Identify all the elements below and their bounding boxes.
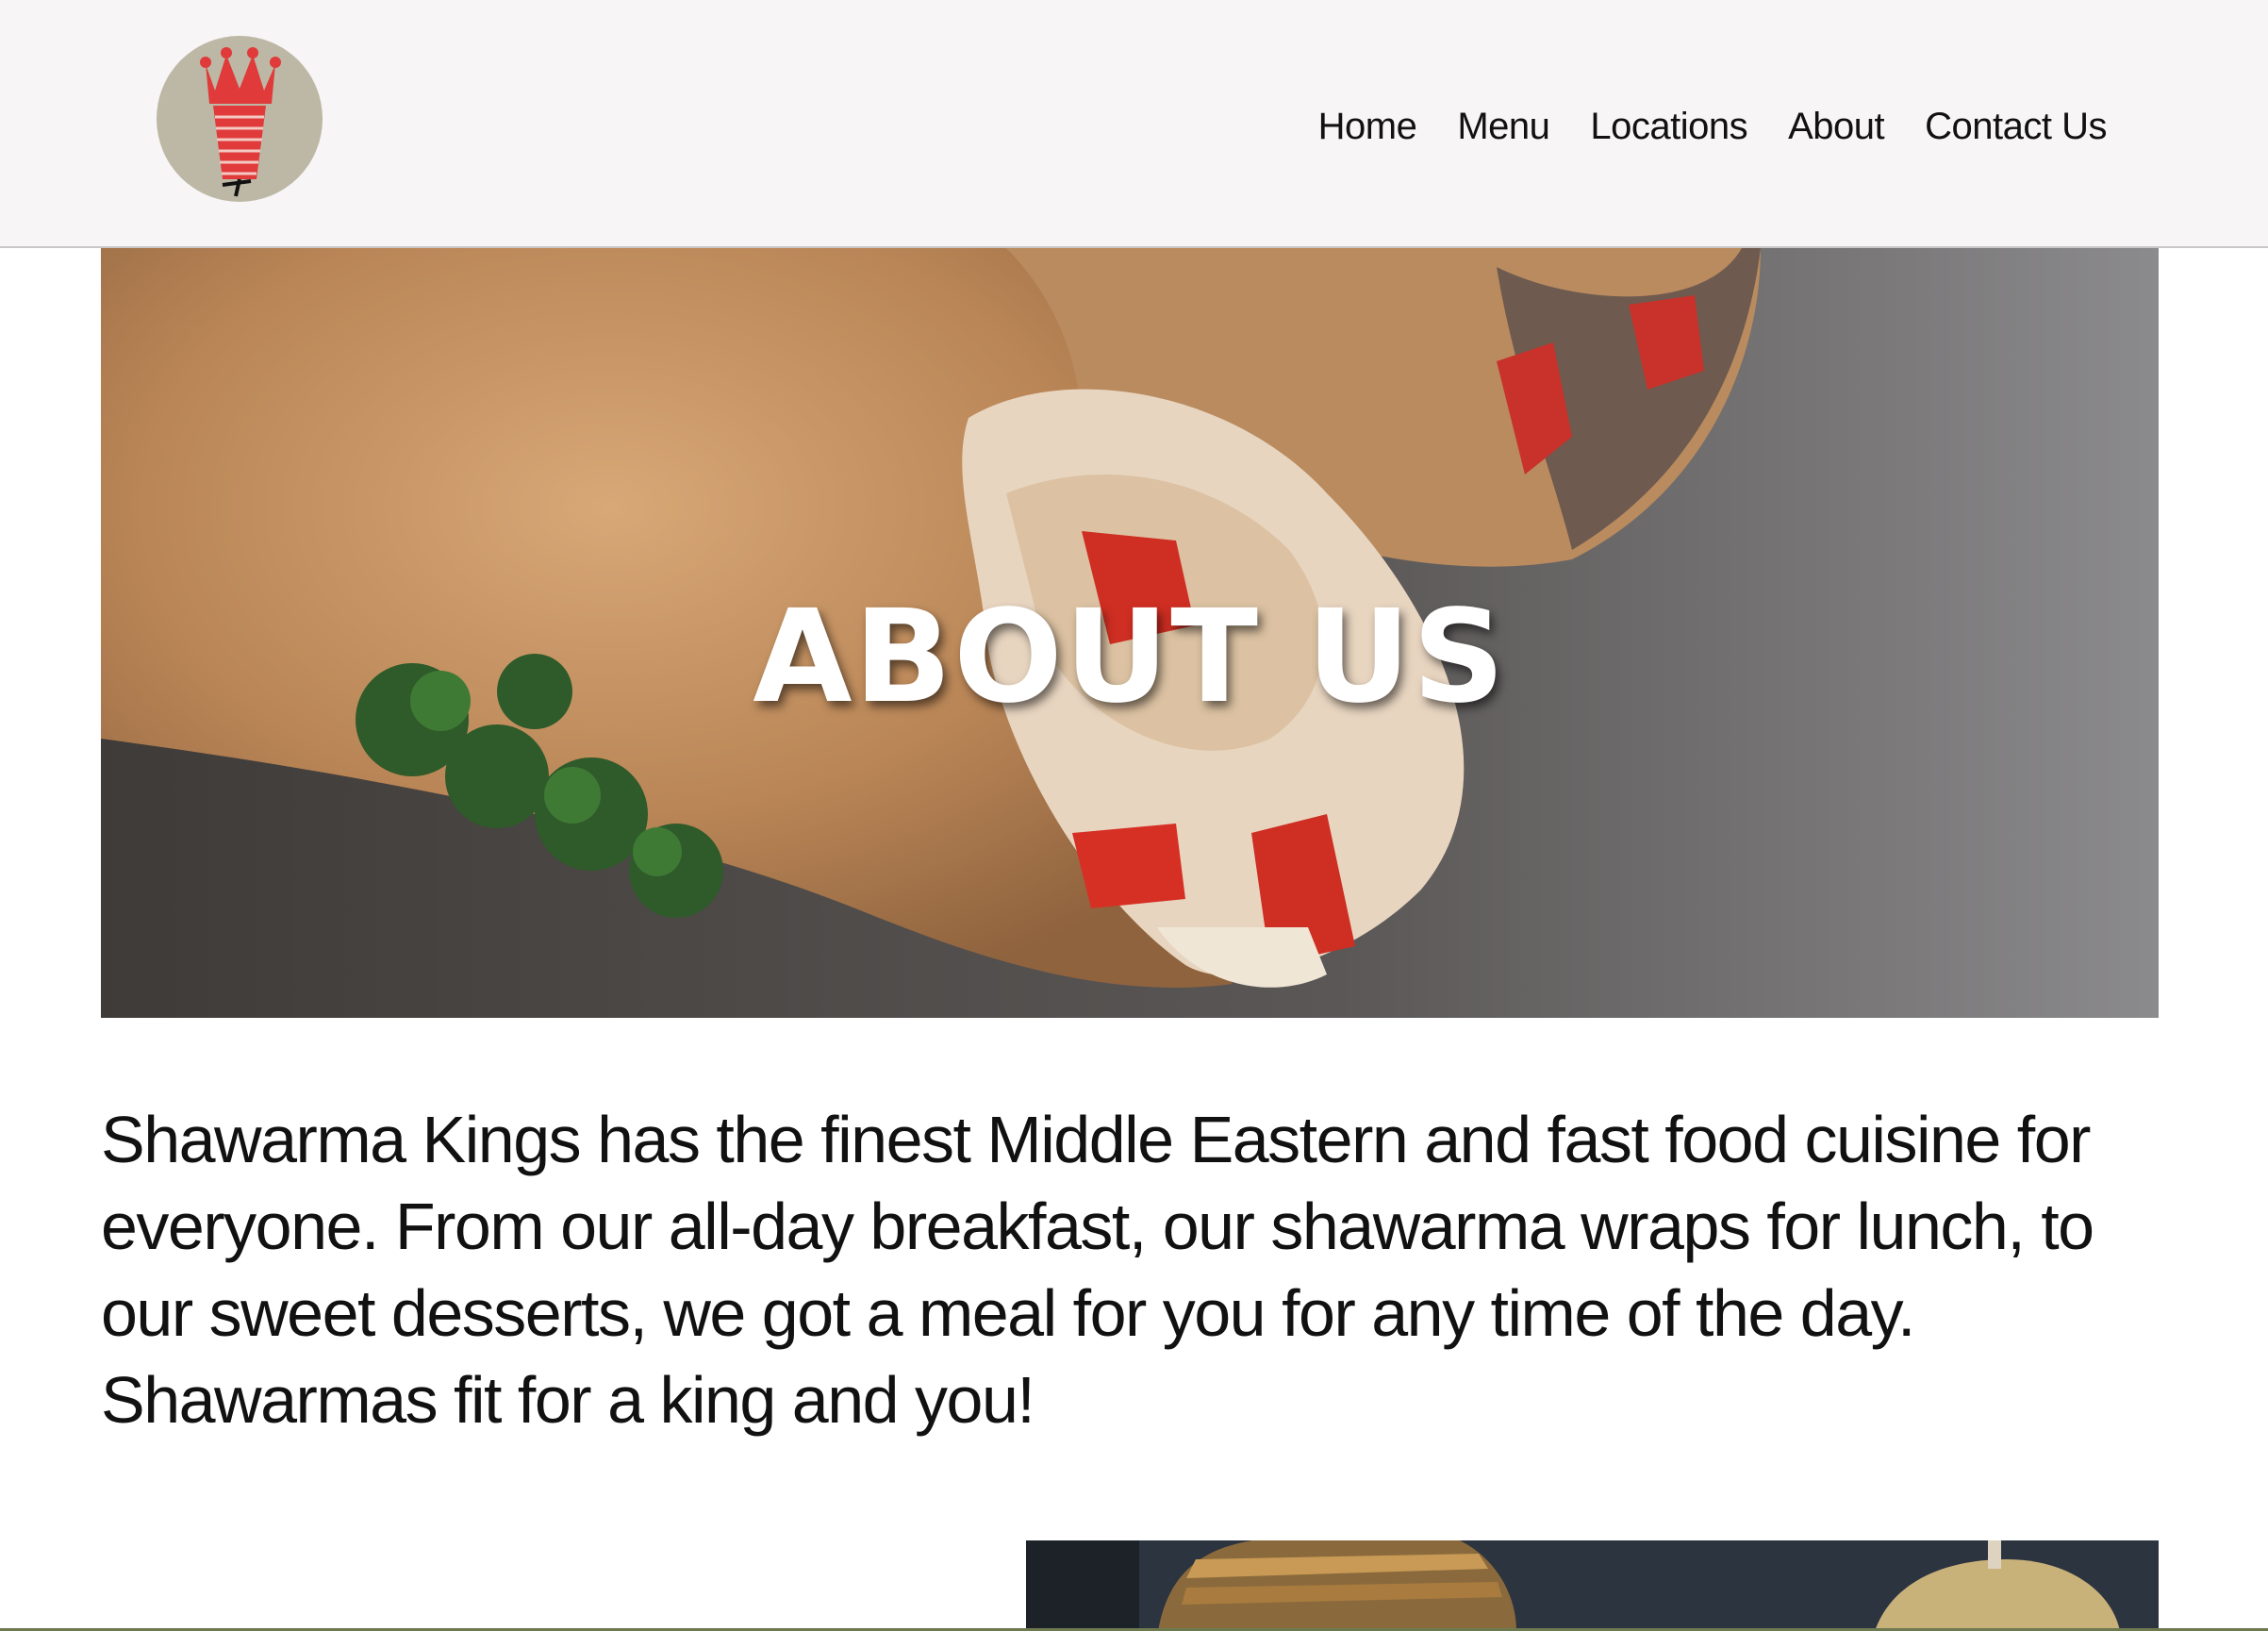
page-title: ABOUT US: [753, 583, 1507, 732]
nav-menu[interactable]: Menu: [1457, 106, 1550, 148]
logo-link[interactable]: [157, 36, 323, 202]
nav-about[interactable]: About: [1788, 106, 1885, 148]
nav-home[interactable]: Home: [1318, 106, 1417, 148]
hero-banner: ABOUT US: [101, 248, 2159, 1018]
about-description: Shawarma Kings has the finest Middle Eas…: [101, 1103, 2094, 1437]
shawarma-spit-photo: [1026, 1540, 2159, 1631]
crowned-shawarma-spit-icon: [200, 47, 281, 197]
gallery-image: [1026, 1540, 2159, 1631]
site-header: Home Menu Locations About Contact Us: [0, 0, 2268, 248]
nav-locations[interactable]: Locations: [1590, 106, 1747, 148]
main-nav: Home Menu Locations About Contact Us: [1318, 106, 2108, 148]
nav-contact-us[interactable]: Contact Us: [1925, 106, 2107, 148]
